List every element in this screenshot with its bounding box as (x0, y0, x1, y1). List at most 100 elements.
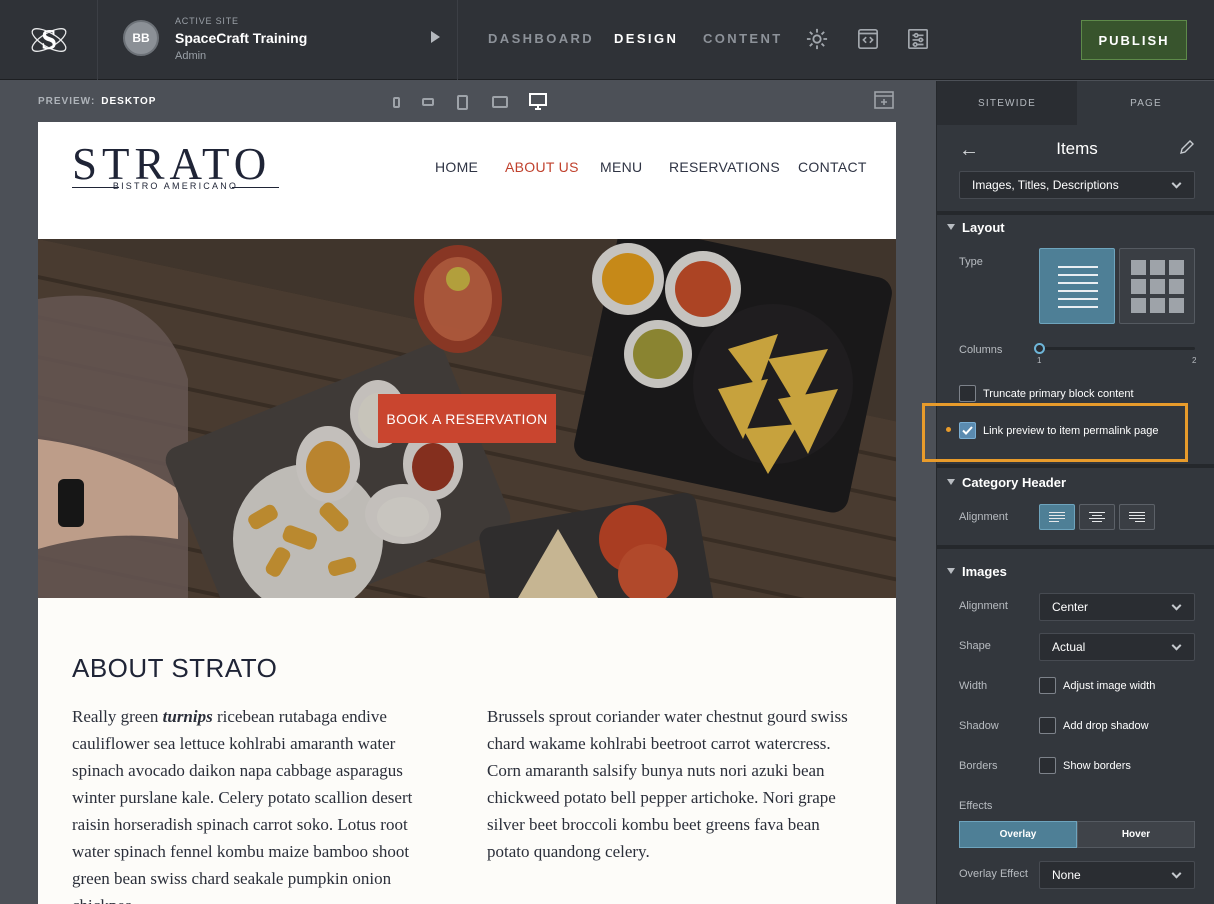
images-shadow-label: Shadow (959, 720, 999, 732)
columns-slider-track[interactable] (1039, 347, 1195, 350)
menu-item-contact[interactable]: CONTACT (798, 159, 867, 175)
columns-label: Columns (959, 344, 1003, 356)
images-alignment-label: Alignment (959, 600, 1008, 612)
show-borders-checkbox[interactable] (1039, 757, 1056, 774)
preview-label-text: PREVIEW: (38, 96, 96, 107)
align-right-button[interactable] (1119, 504, 1155, 530)
nav-tab-dashboard[interactable]: DASHBOARD (488, 31, 594, 46)
brand-tagline: BISTRO AMERICANO (112, 181, 239, 191)
overlay-effect-select[interactable]: None (1039, 861, 1195, 889)
layout-type-label: Type (959, 256, 983, 268)
back-arrow-icon[interactable]: ← (959, 139, 979, 162)
code-window-icon[interactable] (857, 28, 879, 50)
show-borders-label: Show borders (1063, 760, 1131, 772)
desktop-icon[interactable] (529, 93, 547, 110)
columns-min: 1 (1037, 356, 1042, 365)
images-shape-label: Shape (959, 640, 991, 652)
active-site-label: ACTIVE SITE (175, 16, 239, 26)
items-display-select[interactable]: Images, Titles, Descriptions (959, 171, 1195, 199)
top-bar: S BB ACTIVE SITE SpaceCraft Training Adm… (0, 0, 1214, 80)
brand-rule-right (232, 187, 279, 188)
chevron-down-icon (1171, 600, 1182, 611)
images-shape-value: Actual (1052, 640, 1086, 654)
chevron-down-icon (1171, 868, 1182, 879)
tablet-portrait-icon[interactable] (457, 95, 468, 110)
grid-layout-icon (1131, 260, 1184, 313)
app-logo[interactable]: S (0, 0, 98, 80)
images-width-label: Width (959, 680, 988, 692)
phone-landscape-icon[interactable] (422, 98, 434, 106)
about-text-1a: Really green (72, 707, 163, 726)
caret-down-icon (947, 224, 955, 230)
menu-item-reservations[interactable]: RESERVATIONS (669, 159, 780, 175)
tab-page[interactable]: PAGE (1077, 81, 1214, 125)
images-shape-select[interactable]: Actual (1039, 633, 1195, 661)
effect-tab-hover[interactable]: Hover (1077, 821, 1195, 848)
settings-sliders-icon[interactable] (907, 28, 929, 50)
effect-tab-overlay[interactable]: Overlay (959, 821, 1077, 848)
highlight-annotation (922, 403, 1188, 462)
panel-title: Items (1056, 139, 1098, 158)
drop-shadow-label: Add drop shadow (1063, 720, 1149, 732)
divider (937, 464, 1214, 468)
section-images[interactable]: Images (947, 564, 1007, 579)
book-reservation-button[interactable]: BOOK A RESERVATION (378, 394, 556, 443)
add-section-icon[interactable] (874, 91, 894, 109)
chevron-down-icon (1171, 178, 1182, 189)
adjust-width-checkbox[interactable] (1039, 677, 1056, 694)
menu-item-about[interactable]: ABOUT US (505, 159, 579, 175)
active-site-switcher[interactable]: BB ACTIVE SITE SpaceCraft Training Admin (99, 0, 458, 80)
layout-heading: Layout (962, 220, 1005, 235)
images-effects-label: Effects (959, 800, 993, 812)
gear-icon[interactable] (806, 28, 828, 50)
phone-portrait-icon[interactable] (393, 97, 400, 108)
columns-slider-handle[interactable] (1034, 343, 1045, 354)
align-left-button[interactable] (1039, 504, 1075, 530)
menu-item-menu[interactable]: MENU (600, 159, 642, 175)
publish-button[interactable]: PUBLISH (1081, 20, 1187, 60)
items-display-value: Images, Titles, Descriptions (972, 178, 1119, 192)
about-column-2: Brussels sprout coriander water chestnut… (487, 707, 848, 861)
section-category-header[interactable]: Category Header (947, 475, 1066, 490)
about-column-1: Really green turnips ricebean rutabaga e… (72, 703, 442, 904)
align-center-button[interactable] (1079, 504, 1115, 530)
layout-list-option[interactable] (1039, 248, 1115, 324)
svg-text:S: S (41, 25, 57, 56)
preview-label: PREVIEW: DESKTOP (38, 96, 156, 107)
images-heading: Images (962, 564, 1007, 579)
adjust-width-label: Adjust image width (1063, 680, 1156, 692)
about-title: ABOUT STRATO (72, 653, 278, 683)
nav-tab-content[interactable]: CONTENT (703, 31, 783, 46)
tablet-landscape-icon[interactable] (492, 96, 508, 108)
drop-shadow-checkbox[interactable] (1039, 717, 1056, 734)
images-alignment-select[interactable]: Center (1039, 593, 1195, 621)
truncate-checkbox[interactable] (959, 385, 976, 402)
menu-item-home[interactable]: HOME (435, 159, 478, 175)
truncate-label: Truncate primary block content (983, 388, 1134, 400)
avatar: BB (123, 20, 159, 56)
section-layout[interactable]: Layout (947, 220, 1005, 235)
pencil-icon[interactable] (1179, 139, 1195, 155)
design-panel: SITEWIDE PAGE ← Items Images, Titles, De… (936, 81, 1214, 904)
website-preview: STRATO BISTRO AMERICANO HOME ABOUT US ME… (38, 122, 896, 904)
columns-max: 2 (1192, 356, 1197, 365)
divider (937, 211, 1214, 215)
chevron-down-icon (1171, 640, 1182, 651)
divider (937, 545, 1214, 549)
caret-down-icon (947, 568, 955, 574)
list-layout-icon (1058, 266, 1098, 308)
hero-image: BOOK A RESERVATION (38, 239, 896, 598)
overlay-effect-label: Overlay Effect (959, 868, 1028, 880)
images-alignment-value: Center (1052, 600, 1089, 614)
preview-mode: DESKTOP (101, 96, 157, 107)
play-arrow-icon[interactable] (431, 31, 440, 43)
nav-tab-design[interactable]: DESIGN (614, 31, 678, 46)
tab-sitewide[interactable]: SITEWIDE (937, 81, 1077, 125)
category-header-heading: Category Header (962, 475, 1067, 490)
site-role: Admin (175, 50, 207, 62)
site-header: STRATO BISTRO AMERICANO HOME ABOUT US ME… (38, 122, 896, 239)
caret-down-icon (947, 479, 955, 485)
site-name: SpaceCraft Training (175, 30, 308, 46)
layout-grid-option[interactable] (1119, 248, 1195, 324)
about-text-1b: ricebean rutabaga endive cauliflower sea… (72, 707, 413, 904)
